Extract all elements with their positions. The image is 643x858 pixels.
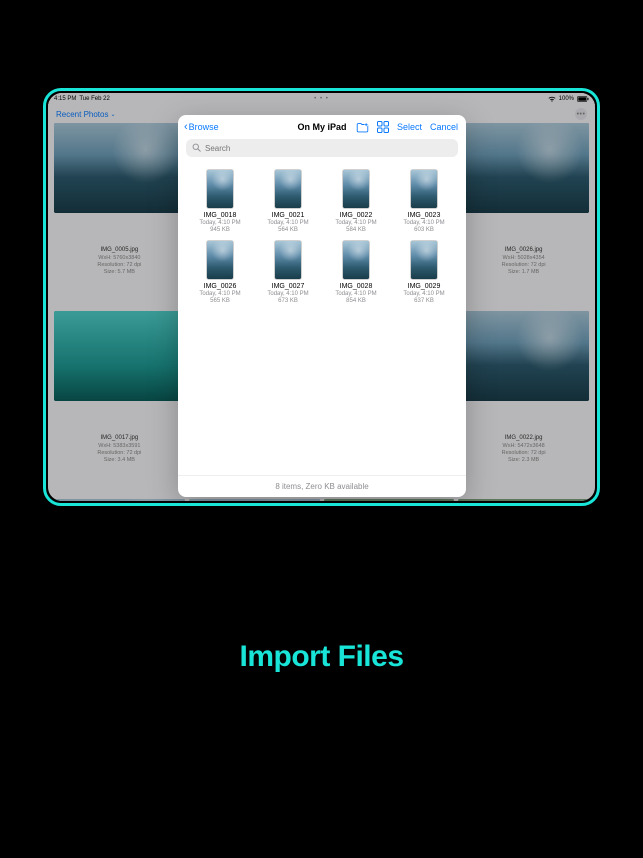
picker-body[interactable]: IMG_0018 Today, 4:10 PM 945 KB IMG_0021 … [178, 163, 466, 475]
file-thumbnail [410, 169, 438, 209]
new-folder-button[interactable] [356, 122, 369, 133]
picker-footer: 8 items, Zero KB available [178, 475, 466, 497]
select-button[interactable]: Select [397, 122, 422, 132]
file-size: 565 KB [210, 298, 230, 305]
file-name: IMG_0027 [272, 283, 305, 291]
file-grid: IMG_0018 Today, 4:10 PM 945 KB IMG_0021 … [188, 169, 456, 305]
file-thumbnail [342, 169, 370, 209]
search-field[interactable] [186, 139, 458, 157]
marketing-caption: Import Files [0, 640, 643, 674]
cancel-button[interactable]: Cancel [430, 122, 458, 132]
ipad-device-frame: 4:15 PM Tue Feb 22 • • • 100% Recent Pho… [43, 88, 600, 506]
file-thumbnail [342, 240, 370, 280]
file-name: IMG_0023 [408, 212, 441, 220]
search-input[interactable] [205, 144, 452, 153]
file-size: 945 KB [210, 227, 230, 234]
file-item[interactable]: IMG_0021 Today, 4:10 PM 564 KB [256, 169, 320, 234]
chevron-left-icon: ‹ [184, 122, 188, 133]
ipad-screen: 4:15 PM Tue Feb 22 • • • 100% Recent Pho… [48, 93, 595, 501]
file-thumbnail [206, 240, 234, 280]
picker-title: On My iPad [297, 122, 346, 132]
file-thumbnail [274, 240, 302, 280]
file-item[interactable]: IMG_0029 Today, 4:10 PM 637 KB [392, 240, 456, 305]
file-name: IMG_0028 [340, 283, 373, 291]
file-picker-modal: ‹ Browse On My iPad Select Cancel [178, 115, 466, 497]
file-time: Today, 4:10 PM [199, 291, 240, 298]
file-item[interactable]: IMG_0022 Today, 4:10 PM 584 KB [324, 169, 388, 234]
file-time: Today, 4:10 PM [403, 220, 444, 227]
file-thumbnail [274, 169, 302, 209]
search-container [178, 139, 466, 163]
file-size: 564 KB [278, 227, 298, 234]
file-size: 637 KB [414, 298, 434, 305]
file-name: IMG_0029 [408, 283, 441, 291]
footer-status: 8 items, Zero KB available [275, 482, 368, 491]
browse-back-button[interactable]: ‹ Browse [178, 122, 219, 133]
file-time: Today, 4:10 PM [199, 220, 240, 227]
file-name: IMG_0022 [340, 212, 373, 220]
file-item[interactable]: IMG_0028 Today, 4:10 PM 854 KB [324, 240, 388, 305]
file-item[interactable]: IMG_0023 Today, 4:10 PM 603 KB [392, 169, 456, 234]
file-time: Today, 4:10 PM [403, 291, 444, 298]
browse-label: Browse [189, 122, 219, 132]
search-icon [192, 139, 201, 157]
file-time: Today, 4:10 PM [267, 220, 308, 227]
view-options-button[interactable] [377, 121, 389, 133]
file-item[interactable]: IMG_0027 Today, 4:10 PM 673 KB [256, 240, 320, 305]
file-time: Today, 4:10 PM [335, 220, 376, 227]
file-item[interactable]: IMG_0018 Today, 4:10 PM 945 KB [188, 169, 252, 234]
picker-header: ‹ Browse On My iPad Select Cancel [178, 115, 466, 139]
file-item[interactable]: IMG_0026 Today, 4:10 PM 565 KB [188, 240, 252, 305]
file-size: 603 KB [414, 227, 434, 234]
file-time: Today, 4:10 PM [267, 291, 308, 298]
file-name: IMG_0018 [204, 212, 237, 220]
file-thumbnail [206, 169, 234, 209]
file-name: IMG_0026 [204, 283, 237, 291]
file-size: 584 KB [346, 227, 366, 234]
file-name: IMG_0021 [272, 212, 305, 220]
file-time: Today, 4:10 PM [335, 291, 376, 298]
file-size: 673 KB [278, 298, 298, 305]
file-size: 854 KB [346, 298, 366, 305]
file-thumbnail [410, 240, 438, 280]
